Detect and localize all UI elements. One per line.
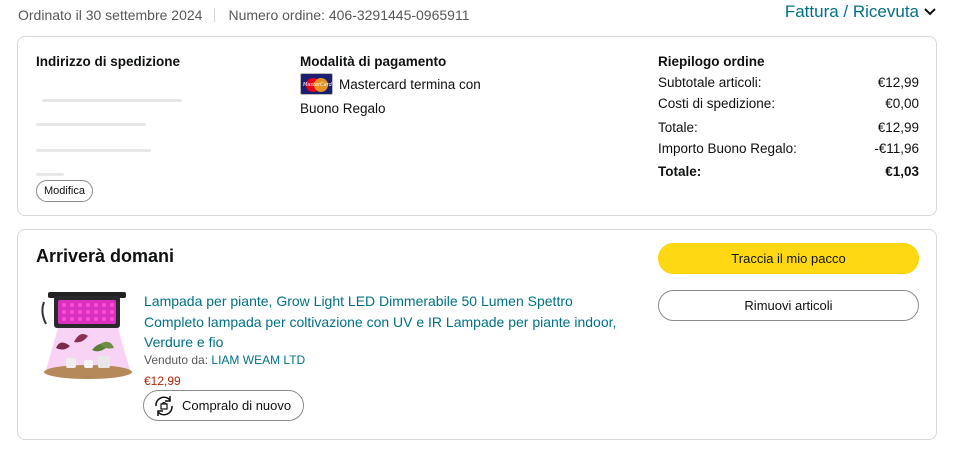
summary-label: Costi di spedizione:	[658, 96, 776, 111]
product-price: €12,99	[144, 374, 181, 388]
gift-card-text: Buono Regalo	[300, 101, 386, 116]
grand-total-value: €1,03	[885, 164, 919, 179]
track-package-button[interactable]: Traccia il mio pacco	[658, 243, 919, 274]
summary-row-shipping: Costi di spedizione: €0,00	[658, 93, 919, 114]
buy-again-label: Compralo di nuovo	[182, 398, 292, 413]
shipping-address-section: Indirizzo di spedizione Modifica	[36, 54, 276, 202]
payment-method-section: Modalità di pagamento MasterCard Masterc…	[300, 54, 560, 116]
seller-label: Venduto da:	[144, 353, 209, 367]
order-details-card: Indirizzo di spedizione Modifica Modalit…	[17, 36, 937, 216]
grow-light-image	[41, 292, 132, 379]
mastercard-icon: MasterCard	[300, 73, 333, 95]
seller-info: Venduto da: LIAM WEAM LTD	[144, 353, 305, 367]
chevron-down-icon	[924, 8, 936, 16]
card-row: MasterCard Mastercard termina con	[300, 73, 560, 95]
order-date: Ordinato il 30 settembre 2024	[18, 7, 203, 23]
order-meta: Ordinato il 30 settembre 2024 Numero ordi…	[18, 7, 469, 23]
summary-value: €12,99	[877, 120, 919, 135]
summary-label: Importo Buono Regalo:	[658, 141, 797, 156]
summary-row-subtotal: Subtotale articoli: €12,99	[658, 72, 919, 93]
summary-value: €0,00	[885, 96, 919, 111]
summary-value: €12,99	[877, 75, 919, 90]
invoice-link-label: Fattura / Ricevuta	[784, 2, 919, 21]
delivery-status-title: Arriverà domani	[36, 246, 175, 266]
order-summary-title: Riepilogo ordine	[658, 54, 765, 69]
summary-row-grand-total: Totale: €1,03	[658, 161, 919, 182]
invoice-dropdown[interactable]: Fattura / Ricevuta	[785, 2, 936, 22]
seller-name-link[interactable]: LIAM WEAM LTD	[211, 353, 305, 367]
rebuy-icon	[155, 395, 173, 416]
header-divider	[214, 8, 216, 22]
summary-value: -€11,96	[874, 141, 919, 156]
product-image[interactable]	[40, 290, 134, 382]
buy-again-button[interactable]: Compralo di nuovo	[143, 390, 305, 421]
payment-method-title: Modalità di pagamento	[300, 54, 447, 69]
summary-label: Subtotale articoli:	[658, 75, 762, 90]
card-text: Mastercard termina con	[339, 76, 481, 92]
order-number: Numero ordine: 406-3291445-0965911	[228, 7, 470, 23]
summary-row-total: Totale: €12,99	[658, 117, 919, 138]
summary-label: Totale:	[658, 120, 698, 135]
remove-items-button[interactable]: Rimuovi articoli	[658, 290, 919, 321]
grand-total-label: Totale:	[658, 164, 702, 179]
shipping-address-title: Indirizzo di spedizione	[36, 54, 181, 69]
shipment-card: Arriverà domani Lampada per piante, Grow…	[17, 229, 937, 440]
order-header: Ordinato il 30 settembre 2024 Numero ordi…	[18, 0, 938, 30]
redacted-address	[36, 69, 276, 179]
summary-row-gift-card: Importo Buono Regalo: -€11,96	[658, 138, 919, 159]
product-title-link[interactable]: Lampada per piante, Grow Light LED Dimme…	[144, 291, 634, 353]
order-summary-section: Riepilogo ordine Subtotale articoli: €12,…	[658, 54, 919, 182]
edit-address-button[interactable]: Modifica	[36, 180, 93, 202]
